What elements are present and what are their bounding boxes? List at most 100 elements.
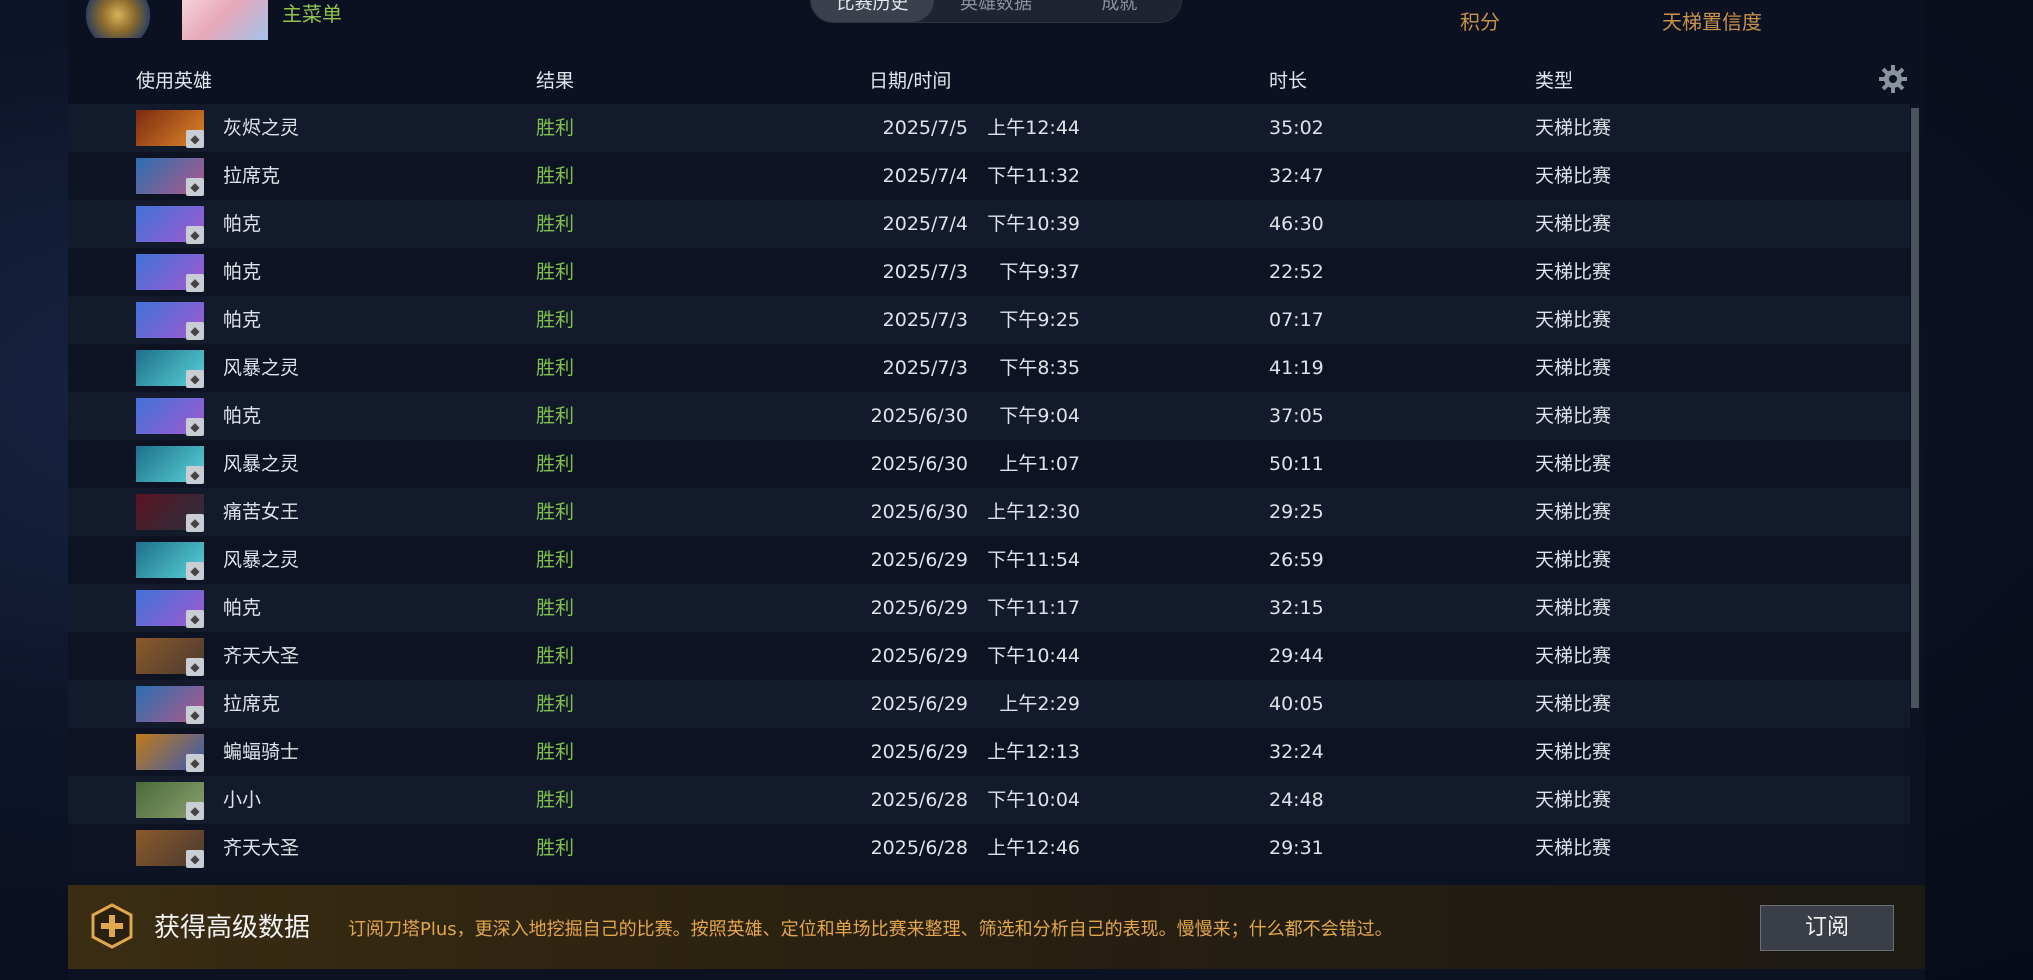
match-date: 2025/7/5 — [882, 117, 968, 139]
tab-hero-stats[interactable]: 英雄数据 — [934, 0, 1057, 22]
hero-name: 风暴之灵 — [223, 453, 300, 475]
match-result: 胜利 — [536, 309, 575, 331]
match-result: 胜利 — [536, 837, 575, 859]
hero-name: 齐天大圣 — [223, 837, 300, 859]
match-duration: 46:30 — [1269, 213, 1324, 235]
match-time: 下午10:39 — [987, 213, 1080, 235]
hero-name: 帕克 — [223, 261, 262, 283]
role-icon: ◆ — [186, 850, 204, 868]
match-duration: 26:59 — [1269, 549, 1324, 571]
match-row[interactable]: ◆ 蝙蝠骑士 胜利 2025/6/29 上午12:13 32:24 天梯比赛 — [68, 728, 1910, 776]
match-list-scrollbar[interactable] — [1911, 108, 1919, 708]
tab-achievements[interactable]: 成就 — [1058, 0, 1181, 22]
match-row[interactable]: ◆ 痛苦女王 胜利 2025/6/30 上午12:30 29:25 天梯比赛 — [68, 488, 1910, 536]
match-row[interactable]: ◆ 风暴之灵 胜利 2025/7/3 下午8:35 41:19 天梯比赛 — [68, 344, 1910, 392]
match-list: ◆ 灰烬之灵 胜利 2025/7/5 上午12:44 35:02 天梯比赛 ◆ 拉席克 胜利 202… — [68, 104, 1910, 872]
hero-name: 蝙蝠骑士 — [223, 741, 300, 763]
match-date: 2025/6/29 — [870, 549, 968, 571]
match-time: 下午10:44 — [987, 645, 1080, 667]
match-row[interactable]: ◆ 风暴之灵 胜利 2025/6/30 上午1:07 50:11 天梯比赛 — [68, 440, 1910, 488]
match-type: 天梯比赛 — [1535, 741, 1612, 763]
match-date: 2025/6/29 — [870, 645, 968, 667]
match-type: 天梯比赛 — [1535, 309, 1612, 331]
column-header-hero[interactable]: 使用英雄 — [136, 66, 212, 93]
match-duration: 32:15 — [1269, 597, 1324, 619]
role-icon: ◆ — [186, 370, 204, 388]
column-header-type[interactable]: 类型 — [1535, 66, 1573, 93]
match-duration: 32:24 — [1269, 741, 1324, 763]
match-time: 上午12:13 — [987, 741, 1080, 763]
match-date: 2025/7/4 — [882, 213, 968, 235]
promo-title: 获得高级数据 — [154, 913, 311, 943]
match-result: 胜利 — [536, 453, 575, 475]
column-header-result[interactable]: 结果 — [536, 66, 574, 93]
match-type: 天梯比赛 — [1535, 165, 1612, 187]
match-time: 上午12:30 — [987, 501, 1080, 523]
role-icon: ◆ — [186, 418, 204, 436]
match-result: 胜利 — [536, 405, 575, 427]
match-duration: 07:17 — [1269, 309, 1324, 331]
match-type: 天梯比赛 — [1535, 453, 1612, 475]
column-header-datetime[interactable]: 日期/时间 — [869, 66, 951, 93]
tab-match-history[interactable]: 比赛历史 — [811, 0, 935, 22]
match-row[interactable]: ◆ 帕克 胜利 2025/6/30 下午9:04 37:05 天梯比赛 — [68, 392, 1910, 440]
match-row[interactable]: ◆ 齐天大圣 胜利 2025/6/29 下午10:44 29:44 天梯比赛 — [68, 632, 1910, 680]
match-date: 2025/7/3 — [882, 261, 968, 283]
match-type: 天梯比赛 — [1535, 117, 1612, 139]
match-row[interactable]: ◆ 帕克 胜利 2025/6/29 下午11:17 32:15 天梯比赛 — [68, 584, 1910, 632]
match-duration: 24:48 — [1269, 789, 1324, 811]
match-date: 2025/6/28 — [870, 789, 968, 811]
match-time: 下午11:17 — [987, 597, 1080, 619]
match-type: 天梯比赛 — [1535, 645, 1612, 667]
match-date: 2025/7/4 — [882, 165, 968, 187]
match-result: 胜利 — [536, 741, 575, 763]
match-duration: 29:31 — [1269, 837, 1324, 859]
match-type: 天梯比赛 — [1535, 213, 1612, 235]
match-time: 上午1:07 — [999, 453, 1080, 475]
column-header-duration[interactable]: 时长 — [1269, 66, 1307, 93]
match-result: 胜利 — [536, 693, 575, 715]
match-row[interactable]: ◆ 帕克 胜利 2025/7/4 下午10:39 46:30 天梯比赛 — [68, 200, 1910, 248]
match-result: 胜利 — [536, 645, 575, 667]
hero-name: 痛苦女王 — [223, 501, 300, 523]
match-row[interactable]: ◆ 风暴之灵 胜利 2025/6/29 下午11:54 26:59 天梯比赛 — [68, 536, 1910, 584]
hero-name: 拉席克 — [223, 165, 281, 187]
match-time: 上午2:29 — [999, 693, 1080, 715]
role-icon: ◆ — [186, 466, 204, 484]
role-icon: ◆ — [186, 178, 204, 196]
subscribe-button[interactable]: 订阅 — [1760, 905, 1894, 951]
match-result: 胜利 — [536, 789, 575, 811]
user-avatar[interactable] — [182, 0, 268, 40]
match-time: 下午11:32 — [987, 165, 1080, 187]
role-icon: ◆ — [186, 802, 204, 820]
match-result: 胜利 — [536, 549, 575, 571]
match-row[interactable]: ◆ 帕克 胜利 2025/7/3 下午9:25 07:17 天梯比赛 — [68, 296, 1910, 344]
settings-gear-icon[interactable] — [1878, 64, 1908, 94]
match-type: 天梯比赛 — [1535, 837, 1612, 859]
promo-description: 订阅刀塔Plus，更深入地挖掘自己的比赛。按照英雄、定位和单场比赛来整理、筛选和… — [348, 919, 1393, 940]
match-row[interactable]: ◆ 小小 胜利 2025/6/28 下午10:04 24:48 天梯比赛 — [68, 776, 1910, 824]
match-time: 下午11:54 — [987, 549, 1080, 571]
match-type: 天梯比赛 — [1535, 261, 1612, 283]
hero-name: 帕克 — [223, 405, 262, 427]
role-icon: ◆ — [186, 706, 204, 724]
match-result: 胜利 — [536, 213, 575, 235]
match-row[interactable]: ◆ 齐天大圣 胜利 2025/6/28 上午12:46 29:31 天梯比赛 — [68, 824, 1910, 872]
match-row[interactable]: ◆ 灰烬之灵 胜利 2025/7/5 上午12:44 35:02 天梯比赛 — [68, 104, 1910, 152]
match-time: 下午9:25 — [999, 309, 1080, 331]
role-icon: ◆ — [186, 274, 204, 292]
match-row[interactable]: ◆ 帕克 胜利 2025/7/3 下午9:37 22:52 天梯比赛 — [68, 248, 1910, 296]
match-time: 下午9:37 — [999, 261, 1080, 283]
match-row[interactable]: ◆ 拉席克 胜利 2025/6/29 上午2:29 40:05 天梯比赛 — [68, 680, 1910, 728]
hero-name: 拉席克 — [223, 693, 281, 715]
plus-promo-banner: 获得高级数据 订阅刀塔Plus，更深入地挖掘自己的比赛。按照英雄、定位和单场比赛… — [68, 885, 1925, 969]
top-tabs: 比赛历史 英雄数据 成就 — [810, 0, 1182, 23]
role-icon: ◆ — [186, 514, 204, 532]
match-type: 天梯比赛 — [1535, 789, 1612, 811]
hero-name: 小小 — [223, 789, 262, 811]
match-row[interactable]: ◆ 拉席克 胜利 2025/7/4 下午11:32 32:47 天梯比赛 — [68, 152, 1910, 200]
match-type: 天梯比赛 — [1535, 549, 1612, 571]
main-menu-link[interactable]: 主菜单 — [282, 0, 342, 28]
rank-medal-icon[interactable] — [82, 0, 154, 38]
role-icon: ◆ — [186, 226, 204, 244]
